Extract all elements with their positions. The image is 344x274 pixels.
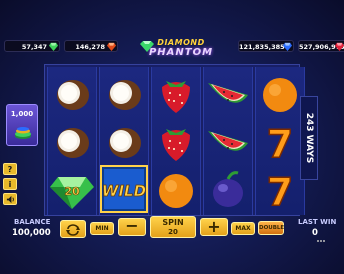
coconut-icon bbox=[109, 80, 141, 110]
decrease-bet-button[interactable]: − bbox=[118, 218, 146, 236]
red-gem-icon bbox=[107, 42, 116, 51]
coconut-icon bbox=[57, 80, 89, 110]
reel-1: 20 bbox=[47, 67, 97, 215]
bet-value: 1,000 bbox=[10, 110, 34, 118]
coconut-icon bbox=[57, 128, 89, 158]
coins-icon bbox=[15, 127, 31, 139]
seven-icon: 7 bbox=[266, 121, 294, 165]
game-screen: 57,347 146,278 121,835,385 527,906,975 D… bbox=[0, 0, 344, 274]
svg-text:20: 20 bbox=[64, 185, 80, 198]
symbol-strawberry bbox=[152, 69, 200, 117]
symbol-wild: WILD bbox=[100, 165, 148, 213]
strawberry-icon bbox=[162, 81, 190, 113]
watermelon-icon bbox=[208, 83, 248, 103]
reel-4 bbox=[203, 67, 253, 215]
svg-text:7: 7 bbox=[267, 122, 293, 165]
jackpot-meter-green: 57,347 bbox=[4, 40, 60, 52]
reel-grid: 20 WILD 7 7 bbox=[44, 64, 305, 216]
jackpot-meter-red: 146,278 bbox=[64, 40, 118, 52]
symbol-seven: 7 bbox=[256, 165, 304, 213]
diamond-icon: 20 bbox=[50, 177, 94, 209]
jackpot-value: 146,278 bbox=[75, 43, 105, 51]
reel-3 bbox=[151, 67, 201, 215]
red-gem-icon bbox=[335, 42, 344, 51]
bet-value-panel[interactable]: 1,000 bbox=[6, 104, 38, 146]
spin-value: 20 bbox=[168, 228, 178, 236]
spin-button[interactable]: SPIN 20 bbox=[150, 216, 196, 238]
last-win-value: 0 bbox=[312, 228, 318, 238]
wild-icon: WILD bbox=[100, 165, 148, 213]
coconut-icon bbox=[109, 128, 141, 158]
autoplay-button[interactable] bbox=[60, 220, 86, 238]
plum-icon bbox=[213, 171, 243, 207]
symbol-plum bbox=[204, 165, 252, 213]
speaker-icon bbox=[6, 195, 14, 204]
sound-button[interactable] bbox=[3, 193, 17, 205]
balance-label: BALANCE bbox=[14, 218, 51, 226]
diamond-logo-icon bbox=[140, 41, 154, 52]
symbol-strawberry bbox=[152, 117, 200, 165]
symbol-coconut bbox=[48, 117, 96, 165]
symbol-orange bbox=[152, 165, 200, 213]
watermelon-icon bbox=[208, 131, 248, 151]
symbol-orange bbox=[256, 69, 304, 117]
ways-label: 243 WAYS bbox=[304, 112, 314, 164]
jackpot-meter-blue: 121,835,385 bbox=[238, 40, 294, 52]
reel-2: WILD bbox=[99, 67, 149, 215]
green-gem-icon bbox=[49, 42, 58, 51]
double-button[interactable]: DOUBLE bbox=[258, 221, 284, 235]
orange-icon bbox=[263, 78, 297, 112]
jackpot-value: 121,835,385 bbox=[239, 43, 285, 51]
symbol-watermelon bbox=[204, 117, 252, 165]
game-logo: DIAMOND PHANTOM bbox=[134, 38, 218, 60]
ways-indicator: 243 WAYS bbox=[300, 96, 318, 180]
symbol-coconut bbox=[100, 69, 148, 117]
spin-label: SPIN bbox=[162, 218, 184, 227]
last-win-label: LAST WIN bbox=[298, 218, 337, 226]
jackpot-meter-red-2: 527,906,975 bbox=[298, 40, 344, 52]
symbol-seven: 7 bbox=[256, 117, 304, 165]
increase-bet-button[interactable]: + bbox=[200, 218, 228, 236]
max-bet-button[interactable]: MAX bbox=[231, 222, 255, 235]
symbol-coconut bbox=[100, 117, 148, 165]
autoplay-arrows-icon bbox=[66, 224, 80, 236]
seven-icon: 7 bbox=[266, 169, 294, 213]
strawberry-icon bbox=[162, 129, 190, 161]
help-button[interactable]: ? bbox=[3, 163, 17, 175]
symbol-coconut bbox=[48, 69, 96, 117]
symbol-watermelon bbox=[204, 69, 252, 117]
min-bet-button[interactable]: MIN bbox=[90, 222, 114, 235]
blue-gem-icon bbox=[283, 42, 292, 51]
logo-line1: DIAMOND bbox=[157, 38, 205, 47]
svg-text:WILD: WILD bbox=[102, 182, 146, 200]
info-button[interactable]: i bbox=[3, 178, 17, 190]
logo-line2: PHANTOM bbox=[148, 47, 214, 58]
settings-dots-icon[interactable] bbox=[316, 238, 326, 244]
svg-text:7: 7 bbox=[267, 170, 293, 213]
orange-icon bbox=[159, 174, 193, 208]
jackpot-value: 57,347 bbox=[21, 43, 47, 51]
symbol-diamond: 20 bbox=[48, 165, 96, 213]
balance-value: 100,000 bbox=[12, 228, 51, 238]
reel-5: 7 7 bbox=[255, 67, 305, 215]
